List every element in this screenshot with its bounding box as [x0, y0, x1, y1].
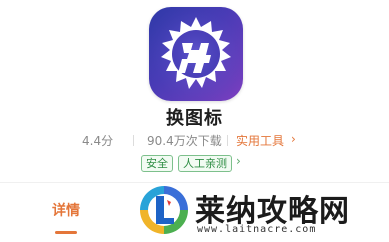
meta-divider: [133, 135, 134, 146]
tab-active-indicator: [55, 231, 77, 234]
app-detail-page: 换图标 4.4分 90.4万次下载 实用工具 › 安全 人工亲测 › 详情 莱纳…: [0, 0, 389, 242]
watermark-logo: [136, 182, 192, 238]
category-link[interactable]: 实用工具: [236, 132, 284, 149]
tab-details[interactable]: 详情: [52, 200, 80, 220]
app-meta-row: 4.4分 90.4万次下载 实用工具 ›: [0, 132, 389, 150]
section-divider: [0, 182, 389, 183]
watermark-url: www.laitnacre.com: [197, 224, 317, 235]
safe-badge[interactable]: 安全: [141, 155, 173, 172]
chevron-right-icon[interactable]: ›: [236, 154, 241, 168]
chevron-right-icon[interactable]: ›: [291, 132, 296, 146]
meta-divider: [227, 135, 228, 146]
badge-row: 安全 人工亲测 ›: [0, 154, 389, 173]
app-logo-icon: [149, 7, 243, 101]
app-title: 换图标: [166, 108, 223, 129]
download-count: 90.4万次下载: [147, 134, 222, 148]
human-tested-badge[interactable]: 人工亲测: [178, 155, 232, 172]
rating-text: 4.4分: [82, 134, 114, 148]
